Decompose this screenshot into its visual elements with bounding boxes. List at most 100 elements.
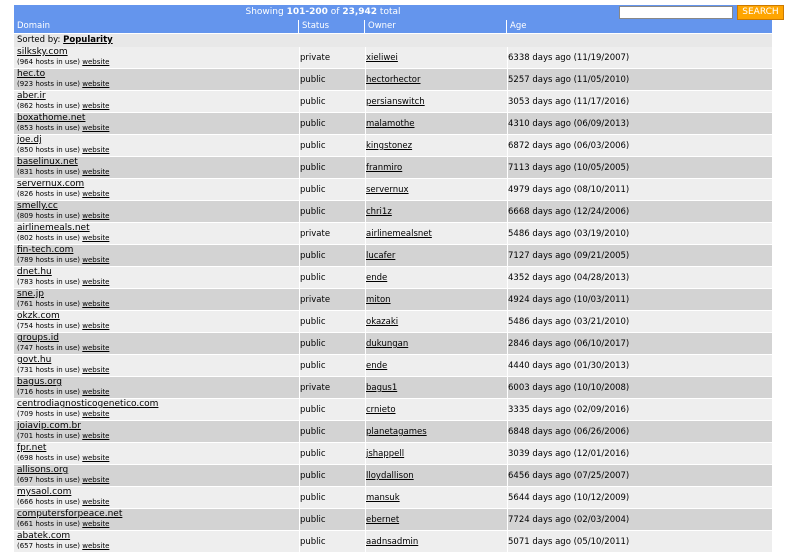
column-header-domain[interactable]: Domain [14, 20, 298, 33]
website-link[interactable]: website [82, 410, 109, 418]
column-header-owner[interactable]: Owner [364, 20, 506, 33]
domain-link[interactable]: joiavip.com.br [17, 421, 295, 432]
owner-link[interactable]: mansuk [366, 493, 400, 503]
website-link[interactable]: website [82, 322, 109, 330]
domain-cell: silksky.com (964 hosts in use) website [17, 47, 295, 69]
domain-link[interactable]: abatek.com [17, 531, 295, 542]
owner-link[interactable]: aadnsadmin [366, 537, 418, 547]
hosts-count-text: (826 hosts in use) [17, 190, 81, 198]
domain-link[interactable]: aber.ir [17, 91, 295, 102]
hosts-count-text: (747 hosts in use) [17, 344, 81, 352]
website-link[interactable]: website [82, 102, 109, 110]
website-link[interactable]: website [82, 344, 109, 352]
owner-link[interactable]: bagus1 [366, 383, 397, 393]
website-link[interactable]: website [82, 542, 109, 550]
website-link[interactable]: website [82, 212, 109, 220]
hosts-count: (783 hosts in use) website [17, 278, 295, 287]
website-link[interactable]: website [82, 520, 109, 528]
owner-link[interactable]: kingstonez [366, 141, 412, 151]
domain-link[interactable]: servernux.com [17, 179, 295, 190]
age-text: 4310 days ago (06/09/2013) [508, 119, 630, 129]
website-link[interactable]: website [82, 146, 109, 154]
domain-link[interactable]: allisons.org [17, 465, 295, 476]
domain-link[interactable]: groups.id [17, 333, 295, 344]
column-header-age[interactable]: Age [506, 20, 772, 33]
domain-link[interactable]: dnet.hu [17, 267, 295, 278]
owner-link[interactable]: okazaki [366, 317, 398, 327]
owner-link[interactable]: lucafer [366, 251, 395, 261]
owner-link[interactable]: persianswitch [366, 97, 425, 107]
domain-link[interactable]: baselinux.net [17, 157, 295, 168]
owner-link[interactable]: ende [366, 361, 387, 371]
website-link[interactable]: website [82, 58, 109, 66]
website-link[interactable]: website [82, 432, 109, 440]
hosts-count: (862 hosts in use) website [17, 102, 295, 111]
domain-link[interactable]: okzk.com [17, 311, 295, 322]
age-text: 5486 days ago (03/21/2010) [508, 317, 630, 327]
status-cell: public [299, 157, 364, 179]
summary-total: 23,942 [342, 7, 378, 17]
owner-link[interactable]: jshappell [366, 449, 404, 459]
owner-link[interactable]: miton [366, 295, 391, 305]
status-cell: public [299, 113, 364, 135]
website-link[interactable]: website [82, 256, 109, 264]
table-row: baselinux.net (831 hosts in use) website p… [14, 157, 772, 179]
domain-link[interactable]: bagus.org [17, 377, 295, 388]
domain-link[interactable]: airlinemeals.net [17, 223, 295, 234]
domain-cell: servernux.com (826 hosts in use) website [17, 179, 295, 201]
owner-link[interactable]: ebernet [366, 515, 399, 525]
owner-link[interactable]: airlinemealsnet [366, 229, 432, 239]
owner-link[interactable]: lloydallison [366, 471, 414, 481]
owner-link[interactable]: crnieto [366, 405, 396, 415]
sort-value[interactable]: Popularity [63, 35, 113, 45]
owner-link[interactable]: dukungan [366, 339, 408, 349]
domain-link[interactable]: hec.to [17, 69, 295, 80]
domain-link[interactable]: govt.hu [17, 355, 295, 366]
domain-link[interactable]: boxathome.net [17, 113, 295, 124]
domain-link[interactable]: mysaol.com [17, 487, 295, 498]
owner-link[interactable]: hectorhector [366, 75, 421, 85]
owner-link[interactable]: chri1z [366, 207, 392, 217]
website-link[interactable]: website [82, 476, 109, 484]
age-text: 5644 days ago (10/12/2009) [508, 493, 630, 503]
owner-link[interactable]: malamothe [366, 119, 415, 129]
website-link[interactable]: website [82, 80, 109, 88]
search-input[interactable] [619, 6, 733, 19]
website-link[interactable]: website [82, 190, 109, 198]
summary-of: of [330, 7, 340, 17]
domain-link[interactable]: smelly.cc [17, 201, 295, 212]
owner-link[interactable]: servernux [366, 185, 409, 195]
hosts-count-text: (709 hosts in use) [17, 410, 81, 418]
age-text: 2846 days ago (06/10/2017) [508, 339, 630, 349]
domain-link[interactable]: fpr.net [17, 443, 295, 454]
website-link[interactable]: website [82, 124, 109, 132]
hosts-count-text: (831 hosts in use) [17, 168, 81, 176]
status-text: public [300, 537, 326, 547]
age-text: 6003 days ago (10/10/2008) [508, 383, 630, 393]
website-link[interactable]: website [82, 366, 109, 374]
website-link[interactable]: website [82, 388, 109, 396]
domain-link[interactable]: computersforpeace.net [17, 509, 295, 520]
status-text: public [300, 493, 326, 503]
owner-link[interactable]: planetagames [366, 427, 427, 437]
website-link[interactable]: website [82, 168, 109, 176]
hosts-count-text: (697 hosts in use) [17, 476, 81, 484]
website-link[interactable]: website [82, 498, 109, 506]
owner-link[interactable]: ende [366, 273, 387, 283]
owner-link[interactable]: franmiro [366, 163, 402, 173]
domain-link[interactable]: silksky.com [17, 47, 295, 58]
column-header-status[interactable]: Status [298, 20, 364, 33]
owner-cell: servernux [365, 179, 507, 201]
status-text: public [300, 427, 326, 437]
website-link[interactable]: website [82, 278, 109, 286]
website-link[interactable]: website [82, 234, 109, 242]
search-button[interactable]: SEARCH [737, 5, 784, 20]
domain-link[interactable]: sne.jp [17, 289, 295, 300]
domain-link[interactable]: fin-tech.com [17, 245, 295, 256]
owner-link[interactable]: xieliwei [366, 53, 398, 63]
domain-link[interactable]: centrodiagnosticogenetico.com [17, 399, 295, 410]
table-row: bagus.org (716 hosts in use) website priva… [14, 377, 772, 399]
website-link[interactable]: website [82, 454, 109, 462]
website-link[interactable]: website [82, 300, 109, 308]
domain-link[interactable]: joe.dj [17, 135, 295, 146]
